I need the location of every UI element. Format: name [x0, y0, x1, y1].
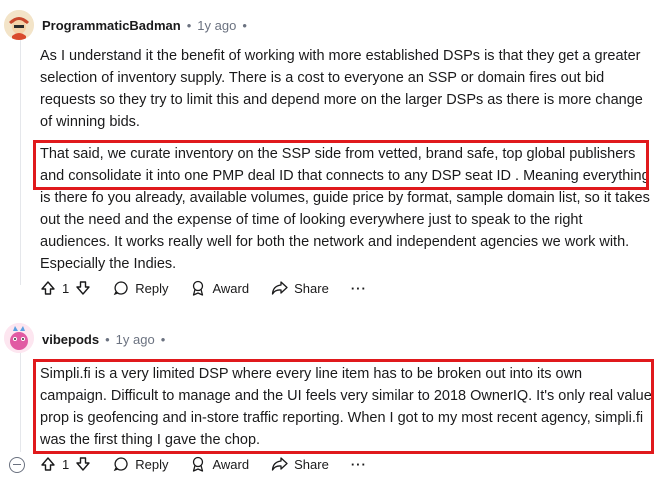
reply-label: Reply: [135, 456, 169, 472]
avatar-image-icon: [4, 323, 34, 353]
vote-group: 1: [40, 456, 91, 472]
more-options-button[interactable]: ···: [351, 457, 367, 472]
comment-paragraph: As I understand it the benefit of workin…: [40, 48, 643, 130]
vote-count: 1: [62, 280, 70, 296]
comment-timestamp[interactable]: 1y ago: [116, 332, 155, 347]
reply-button[interactable]: Reply: [113, 456, 168, 472]
award-icon: [193, 280, 204, 296]
thread-line: [20, 40, 21, 285]
share-icon: [271, 457, 288, 471]
meta-separator: •: [105, 332, 110, 347]
meta-separator: •: [160, 332, 166, 347]
avatar[interactable]: [4, 10, 34, 40]
vote-group: 1: [40, 280, 91, 296]
avatar-image-icon: [4, 10, 34, 40]
collapse-thread-button[interactable]: [9, 457, 25, 473]
reply-icon: [113, 281, 128, 296]
share-icon: [271, 281, 288, 295]
award-label: Award: [212, 280, 250, 296]
avatar[interactable]: [4, 323, 34, 353]
comment-paragraph: Simpli.fi is a very limited DSP where ev…: [40, 366, 652, 448]
reply-button[interactable]: Reply: [113, 280, 168, 296]
more-options-button[interactable]: ···: [351, 281, 367, 296]
reply-label: Reply: [135, 280, 169, 296]
share-label: Share: [294, 456, 329, 472]
comment-actions: 1 Reply Award Share ···: [40, 456, 367, 472]
share-label: Share: [294, 280, 329, 296]
meta-separator: •: [186, 18, 192, 33]
award-button[interactable]: Award: [190, 456, 249, 472]
award-icon: [193, 456, 204, 472]
upvote-icon[interactable]: [40, 456, 56, 472]
reply-icon: [113, 457, 128, 472]
award-button[interactable]: Award: [190, 280, 249, 296]
share-button[interactable]: Share: [271, 456, 329, 472]
comment-paragraph: That said, we curate inventory on the SS…: [40, 146, 650, 272]
thread-line: [20, 342, 21, 452]
comment-author[interactable]: vibepods: [42, 332, 99, 347]
comment-actions: 1 Reply Award Share ···: [40, 280, 367, 296]
upvote-icon[interactable]: [40, 280, 56, 296]
share-button[interactable]: Share: [271, 280, 329, 296]
award-label: Award: [212, 456, 250, 472]
meta-separator: •: [242, 18, 247, 33]
downvote-icon[interactable]: [75, 456, 91, 472]
comment-author[interactable]: ProgrammaticBadman: [42, 18, 181, 33]
comment-timestamp[interactable]: 1y ago: [197, 18, 236, 33]
downvote-icon[interactable]: [75, 280, 91, 296]
vote-count: 1: [62, 456, 70, 472]
